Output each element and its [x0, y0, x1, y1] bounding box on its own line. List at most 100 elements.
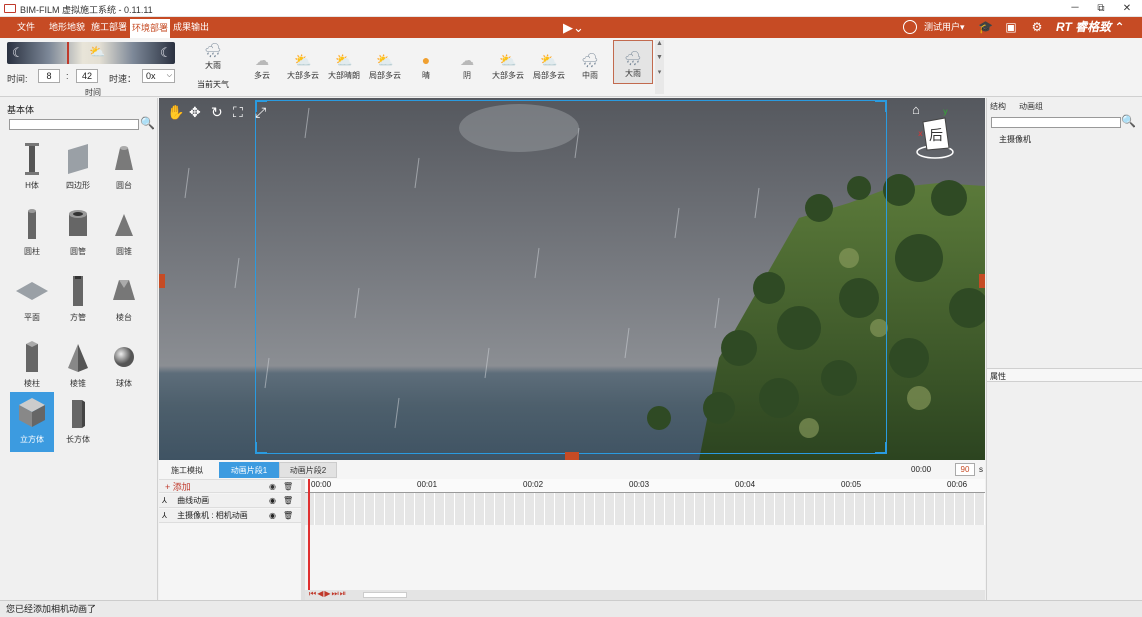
primitive-prism[interactable]: 棱柱: [10, 336, 54, 398]
menu-construction[interactable]: 施工部署: [89, 17, 129, 38]
tab-structure[interactable]: 结构: [990, 100, 1006, 114]
gear-icon[interactable]: ⚙: [1030, 20, 1044, 34]
menu-environment[interactable]: 环境部署: [130, 17, 170, 38]
track-row[interactable]: ⅄ 曲线动画 ◉ 🗑: [159, 494, 301, 508]
menu-output[interactable]: 成果输出: [171, 17, 211, 38]
primitive-sphere[interactable]: 球体: [102, 336, 146, 398]
moon-icon: ☾: [12, 45, 24, 60]
plane-icon: [16, 282, 48, 300]
rotate-icon[interactable]: ↻: [211, 104, 223, 121]
weather-option-label: 大部多云: [492, 71, 524, 80]
time-of-day-slider[interactable]: ☾ ⛅ ☾: [7, 42, 175, 64]
weather-option-label: 大雨: [625, 69, 641, 78]
graduation-cap-icon[interactable]: 🎓: [978, 20, 993, 34]
fullscreen-icon[interactable]: ⤢: [255, 104, 266, 121]
restore-button[interactable]: ⧉: [1088, 0, 1114, 17]
3d-viewport[interactable]: ✋ ✥ ↻ ⛶ ⤢ ⌂ 后 y x: [159, 98, 985, 460]
weather-option[interactable]: ⛅ 局部多云: [529, 51, 569, 86]
weather-option[interactable]: ● 晴: [406, 51, 446, 86]
eye-icon[interactable]: ◉: [269, 509, 276, 523]
pan-hand-icon[interactable]: ✋: [167, 104, 184, 121]
weather-option-selected[interactable]: 🌧 大雨: [613, 40, 653, 84]
search-icon[interactable]: 🔍: [1121, 114, 1136, 128]
time-ruler[interactable]: 00:00 00:01 00:02 00:03 00:04 00:05 00:0…: [305, 479, 985, 493]
search-icon[interactable]: 🔍: [140, 116, 155, 130]
user-menu[interactable]: 测试用户▾: [924, 17, 965, 38]
tab-construction-sim[interactable]: 施工模拟: [159, 462, 215, 478]
cone-icon: [115, 214, 133, 236]
window-title: BIM-FILM 虚拟施工系统 - 0.11.11: [20, 5, 153, 15]
sun-cloud-icon: ⛅: [294, 52, 312, 68]
close-button[interactable]: ✕: [1114, 0, 1140, 17]
brand-logo[interactable]: RT 睿格致 ⌃: [1056, 17, 1125, 38]
play-icon[interactable]: ▶⌄: [563, 20, 585, 35]
primitive-quad[interactable]: 四边形: [56, 138, 100, 200]
primitive-label: 平面: [24, 313, 40, 322]
weather-option[interactable]: ⛅ 大部多云: [488, 51, 528, 86]
primitive-plane[interactable]: 平面: [10, 270, 54, 332]
view-cube-icon[interactable]: 后 y x: [915, 108, 955, 160]
trash-icon[interactable]: 🗑: [283, 494, 293, 508]
time-needle[interactable]: [67, 42, 69, 64]
primitive-cone[interactable]: 圆锥: [102, 204, 146, 266]
tab-animation-group[interactable]: 动画组: [1019, 100, 1043, 114]
primitive-square-tube[interactable]: 方管: [56, 270, 100, 332]
track-row[interactable]: ⅄ 主摄像机 : 相机动画 ◉ 🗑: [159, 509, 301, 523]
menu-terrain[interactable]: 地形地貌: [46, 17, 88, 38]
primitive-frustum[interactable]: 圆台: [102, 138, 146, 200]
chevron-down-icon: ⌵: [166, 72, 172, 79]
primitive-pyramid[interactable]: 棱锥: [56, 336, 100, 398]
weather-option[interactable]: 🌧 中雨: [570, 51, 610, 86]
primitive-label: 圆台: [116, 181, 132, 190]
primitive-label: 球体: [116, 379, 132, 388]
weather-option[interactable]: ⛅ 大部多云: [283, 51, 323, 86]
export-icon[interactable]: ▣: [1004, 20, 1018, 34]
duration-input[interactable]: 90: [955, 463, 975, 476]
weather-scrollbar[interactable]: ▲ ▼ ▾: [655, 40, 664, 94]
eye-icon[interactable]: ◉: [269, 494, 276, 508]
trash-icon[interactable]: 🗑: [283, 480, 293, 494]
primitive-prism-frustum[interactable]: 棱台: [102, 270, 146, 332]
primitive-cylinder[interactable]: 圆柱: [10, 204, 54, 266]
add-track-button[interactable]: + 添加 ◉ 🗑: [159, 479, 301, 493]
user-icon[interactable]: [903, 20, 917, 34]
time-label: 时间:: [7, 74, 28, 84]
weather-option-label: 多云: [254, 71, 270, 80]
svg-text:x: x: [918, 129, 923, 138]
collapse-right-handle[interactable]: [979, 274, 985, 288]
primitive-cube[interactable]: 立方体: [10, 392, 54, 452]
weather-option[interactable]: ⛅ 大部晴朗: [324, 51, 364, 86]
tree-item-main-camera[interactable]: 主摄像机: [999, 134, 1031, 145]
playhead[interactable]: [308, 479, 310, 591]
speed-select[interactable]: 0x ⌵: [142, 69, 175, 83]
move-icon[interactable]: ✥: [189, 104, 201, 121]
fit-view-icon[interactable]: ⛶: [233, 104, 243, 121]
sun-cloud-icon: ⛅: [89, 44, 106, 59]
collapse-bottom-handle[interactable]: [565, 452, 579, 460]
primitive-search-input[interactable]: [9, 119, 139, 130]
camera-frame: [255, 100, 887, 454]
ruler-label: 00:05: [841, 480, 862, 489]
prism-frustum-icon: [113, 280, 135, 300]
weather-option[interactable]: ☁ 阴: [447, 51, 487, 86]
eye-icon[interactable]: ◉: [269, 480, 276, 494]
weather-option[interactable]: ⛅ 局部多云: [365, 51, 405, 86]
primitive-h-beam[interactable]: H体: [10, 138, 54, 200]
panel-title: 基本体: [7, 105, 35, 115]
structure-search-input[interactable]: [991, 117, 1121, 128]
playback-controls[interactable]: ⏮◀▶⏭⏯: [309, 589, 347, 599]
hour-input[interactable]: 8: [38, 69, 60, 83]
minimize-button[interactable]: －: [1062, 0, 1088, 17]
trash-icon[interactable]: 🗑: [283, 509, 293, 523]
scroll-thumb[interactable]: [363, 592, 407, 598]
tab-animation-clip-2[interactable]: 动画片段2: [279, 462, 337, 478]
menu-file[interactable]: 文件: [8, 17, 44, 38]
tab-animation-clip-1[interactable]: 动画片段1: [219, 462, 279, 478]
timeline-scrollbar[interactable]: ⏮◀▶⏭⏯: [305, 589, 985, 600]
weather-option[interactable]: ☁ 多云: [242, 51, 282, 86]
cube-icon: [19, 398, 45, 427]
primitive-cuboid[interactable]: 长方体: [56, 392, 100, 454]
primitive-tube[interactable]: 圆管: [56, 204, 100, 266]
collapse-left-handle[interactable]: [159, 274, 165, 288]
minute-input[interactable]: 42: [76, 69, 98, 83]
